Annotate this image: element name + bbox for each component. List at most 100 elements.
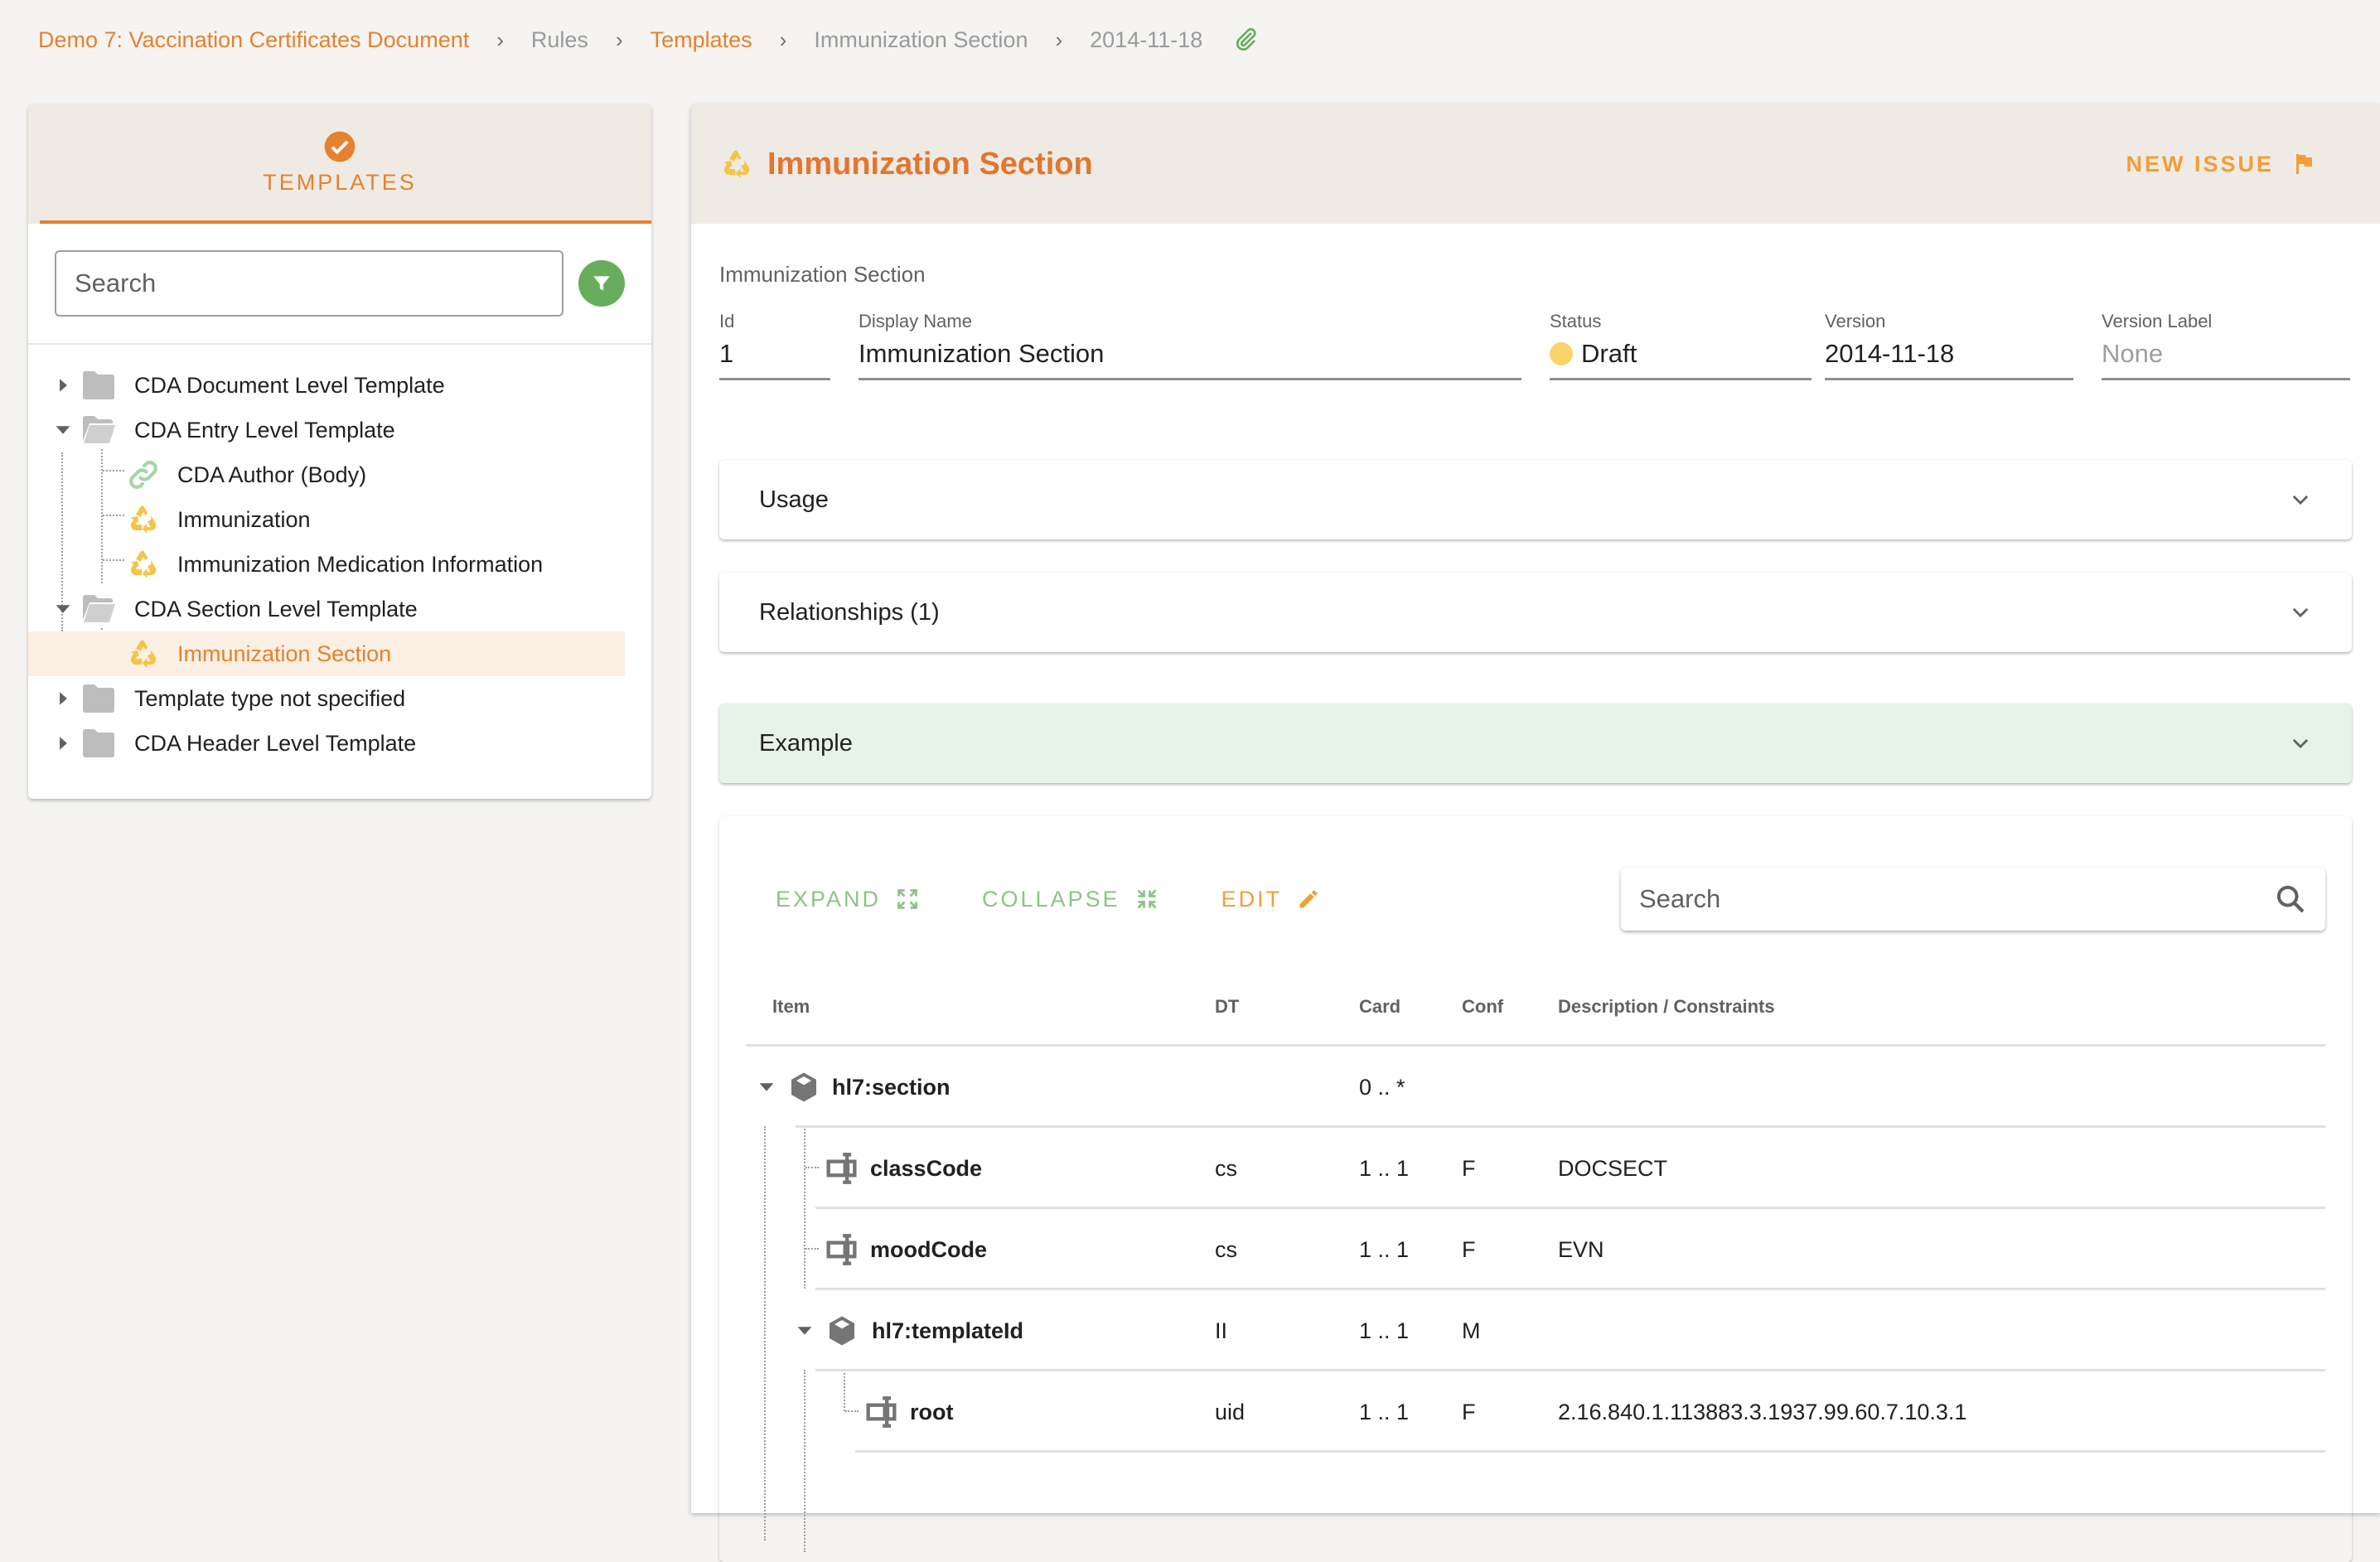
table-row[interactable]: hl7:templateId II 1 .. 1 M xyxy=(746,1290,2325,1371)
column-header-card: Card xyxy=(1359,995,1401,1017)
chevron-down-icon xyxy=(2289,732,2312,755)
new-issue-button[interactable]: NEW ISSUE xyxy=(2126,152,2314,177)
id-value: 1 xyxy=(719,337,830,380)
tree-label: Immunization Medication Information xyxy=(177,551,544,577)
edit-label: EDIT xyxy=(1221,886,1283,912)
chevron-down-icon xyxy=(2289,488,2312,511)
templates-panel: TEMPLATES CDA Document Level Template CD… xyxy=(28,104,651,799)
version-value: 2014-11-18 xyxy=(1825,337,2073,380)
filter-button[interactable] xyxy=(578,260,625,307)
tree-folder-type-not-specified[interactable]: Template type not specified xyxy=(28,676,651,721)
design-search-input[interactable] xyxy=(1639,884,2274,914)
status-label: Status xyxy=(1550,311,1602,331)
expand-caret-icon[interactable] xyxy=(53,378,73,393)
attribute-icon xyxy=(825,1233,862,1266)
folder-icon xyxy=(81,684,116,713)
tree-folder-entry-level[interactable]: CDA Entry Level Template xyxy=(28,408,651,452)
active-tab-indicator xyxy=(40,220,651,224)
card-cell: 1 .. 1 xyxy=(1359,1399,1410,1424)
recycle-icon xyxy=(719,147,754,181)
table-row[interactable]: hl7:section 0 .. * xyxy=(746,1047,2325,1128)
breadcrumb-project[interactable]: Demo 7: Vaccination Certificates Documen… xyxy=(38,27,469,53)
dt-cell: uid xyxy=(1215,1399,1246,1424)
item-name: hl7:templateId xyxy=(872,1318,1024,1343)
tree-item-immunization-section[interactable]: Immunization Section xyxy=(28,631,625,676)
tree-folder-section-level[interactable]: CDA Section Level Template xyxy=(28,587,651,631)
card-cell: 0 .. * xyxy=(1359,1074,1405,1100)
breadcrumb-separator: › xyxy=(1055,27,1063,52)
template-subtitle: Immunization Section xyxy=(719,262,926,287)
templates-tab[interactable]: TEMPLATES xyxy=(28,104,651,224)
conf-cell: M xyxy=(1462,1318,1481,1343)
template-search-row xyxy=(28,224,651,345)
collapse-caret-icon[interactable] xyxy=(53,425,73,435)
breadcrumb-separator: › xyxy=(779,27,787,52)
table-header: Item DT Card Conf Description / Constrai… xyxy=(746,969,2325,1047)
breadcrumb-separator: › xyxy=(615,27,623,52)
expand-caret-icon[interactable] xyxy=(53,691,73,706)
accordion-label: Example xyxy=(759,729,853,757)
design-search xyxy=(1621,868,2325,931)
tree-label: Template type not specified xyxy=(134,685,406,711)
desc-cell: 2.16.840.1.113883.3.1937.99.60.7.10.3.1 xyxy=(1558,1399,1967,1424)
status-text: Draft xyxy=(1581,338,1637,368)
usage-accordion[interactable]: Usage xyxy=(719,460,2352,539)
dt-cell: cs xyxy=(1215,1236,1237,1262)
desc-cell: DOCSECT xyxy=(1558,1155,1668,1181)
dt-cell: cs xyxy=(1215,1155,1237,1181)
collapse-caret-icon[interactable] xyxy=(796,1326,814,1336)
version-label: Version xyxy=(1825,311,1886,331)
pencil-icon xyxy=(1299,890,1318,908)
item-cell: hl7:templateId xyxy=(746,1314,1215,1347)
column-header-conf: Conf xyxy=(1462,995,1504,1017)
status-field: Status Draft xyxy=(1550,311,1812,380)
desc-cell: EVN xyxy=(1558,1236,1604,1262)
breadcrumb-templates[interactable]: Templates xyxy=(651,27,752,53)
attribute-icon xyxy=(825,1152,862,1185)
attribute-icon xyxy=(865,1395,902,1429)
design-toolbar: EXPAND COLLAPSE EDIT xyxy=(746,866,2325,932)
template-search-input[interactable] xyxy=(55,250,564,317)
breadcrumb: Demo 7: Vaccination Certificates Documen… xyxy=(38,23,1259,56)
table-row[interactable]: root uid 1 .. 1 F 2.16.840.1.113883.3.19… xyxy=(746,1371,2325,1453)
example-accordion[interactable]: Example xyxy=(719,704,2352,783)
paperclip-icon[interactable] xyxy=(1232,25,1259,55)
column-header-description: Description / Constraints xyxy=(1558,995,1775,1017)
folder-icon xyxy=(81,728,116,758)
search-icon[interactable] xyxy=(2274,883,2307,916)
tree-folder-header-level[interactable]: CDA Header Level Template xyxy=(28,721,651,766)
breadcrumb-separator: › xyxy=(496,27,504,52)
tree-item-immunization-medication-information[interactable]: Immunization Medication Information xyxy=(28,542,651,587)
edit-button[interactable]: EDIT xyxy=(1221,887,1321,912)
table-row[interactable]: classCode cs 1 .. 1 F DOCSECT xyxy=(746,1128,2325,1209)
folder-icon xyxy=(81,370,116,400)
conf-cell: F xyxy=(1462,1236,1476,1262)
table-row[interactable]: moodCode cs 1 .. 1 F EVN xyxy=(746,1209,2325,1290)
collapse-caret-icon[interactable] xyxy=(757,1082,776,1092)
tree-label: CDA Author (Body) xyxy=(177,462,367,487)
conf-cell: F xyxy=(1462,1155,1476,1181)
item-cell: root xyxy=(746,1395,1215,1429)
new-issue-label: NEW ISSUE xyxy=(2126,151,2274,177)
collapse-button[interactable]: COLLAPSE xyxy=(982,887,1159,912)
expand-label: EXPAND xyxy=(776,886,882,912)
row-divider xyxy=(855,1450,2325,1453)
element-icon xyxy=(825,1314,859,1347)
item-name: root xyxy=(910,1399,954,1424)
collapse-caret-icon[interactable] xyxy=(53,604,73,614)
expand-button[interactable]: EXPAND xyxy=(776,887,919,912)
relationships-accordion[interactable]: Relationships (1) xyxy=(719,573,2352,652)
tree-folder-document-level[interactable]: CDA Document Level Template xyxy=(28,363,651,408)
chevron-down-icon xyxy=(2289,601,2312,624)
dt-cell: II xyxy=(1215,1318,1228,1343)
expand-caret-icon[interactable] xyxy=(53,736,73,751)
tree-item-immunization[interactable]: Immunization xyxy=(28,497,651,542)
column-header-dt: DT xyxy=(1215,995,1240,1017)
id-label: Id xyxy=(719,311,735,331)
tree-item-cda-author-body[interactable]: CDA Author (Body) xyxy=(28,452,651,497)
tree-label: CDA Entry Level Template xyxy=(134,417,395,442)
version-label-field: Version Label None xyxy=(2102,311,2350,380)
display-name-value: Immunization Section xyxy=(859,337,1521,380)
filter-icon xyxy=(593,276,610,291)
version-field: Version 2014-11-18 xyxy=(1825,311,2073,380)
